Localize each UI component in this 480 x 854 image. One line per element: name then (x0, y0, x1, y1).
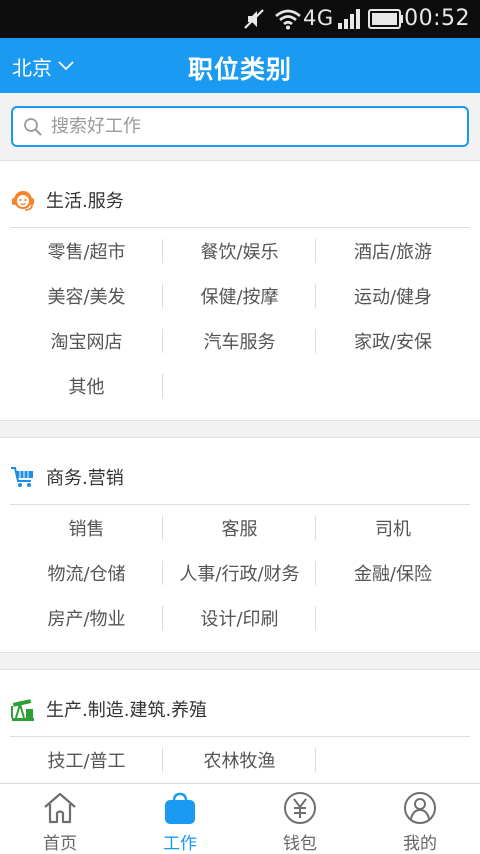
category-section-manufacturing: 生产.制造.建筑.养殖 技工/普工 农林牧渔 (0, 669, 480, 799)
search-icon (24, 117, 42, 136)
category-item-label: 餐饮/娱乐 (200, 241, 279, 263)
briefcase-icon (165, 792, 195, 824)
category-item[interactable]: 餐饮/娱乐 (163, 228, 316, 273)
customer-service-icon (12, 191, 34, 211)
category-item-label: 客服 (221, 518, 258, 540)
category-item[interactable]: 美容/美发 (10, 273, 163, 318)
category-item[interactable]: 客服 (163, 505, 316, 550)
search-box[interactable] (11, 106, 469, 147)
category-item-label: 美容/美发 (47, 286, 126, 308)
status-bar: 4G 00:52 (0, 0, 480, 38)
clock: 00:52 (404, 6, 470, 31)
category-item[interactable]: 金融/保险 (316, 550, 470, 595)
category-section-life-services: 生活.服务 零售/超市 餐饮/娱乐 酒店/旅游 美容/美发 保健/按摩 运动/健… (0, 160, 480, 421)
oil-pump-icon (11, 699, 34, 721)
section-title: 生产.制造.建筑.养殖 (46, 700, 208, 721)
category-item[interactable]: 运动/健身 (316, 273, 470, 318)
category-item[interactable]: 保健/按摩 (163, 273, 316, 318)
category-item[interactable]: 其他 (10, 363, 163, 408)
section-header: 生产.制造.建筑.养殖 (10, 694, 207, 724)
category-item[interactable]: 销售 (10, 505, 163, 550)
category-item[interactable]: 家政/安保 (316, 318, 470, 363)
tab-home[interactable]: 首页 (0, 784, 120, 854)
category-item-label: 其他 (68, 376, 105, 398)
category-item-label: 酒店/旅游 (353, 241, 433, 263)
page-title: 职位类别 (187, 55, 292, 84)
category-item[interactable]: 酒店/旅游 (316, 228, 470, 273)
category-item-label: 农林牧渔 (203, 750, 276, 772)
bottom-tab-bar: 首页 工作 钱包 我的 (0, 783, 480, 854)
category-item-label: 销售 (68, 518, 105, 540)
mute-icon (244, 9, 264, 29)
section-title: 生活.服务 (46, 191, 124, 212)
wallet-yuan-icon (284, 792, 316, 824)
category-item-label: 家政/安保 (353, 331, 433, 353)
battery-icon (368, 9, 403, 29)
category-item-label: 技工/普工 (47, 750, 126, 772)
category-item-label: 人事/行政/财务 (179, 563, 300, 585)
wifi-icon (275, 9, 301, 30)
section-header: 商务.营销 (10, 462, 124, 492)
tab-label: 我的 (403, 834, 437, 854)
category-item[interactable]: 房产/物业 (10, 595, 163, 640)
tab-label: 工作 (163, 834, 197, 854)
header-bar: 北京 职位类别 (0, 38, 480, 93)
category-item[interactable]: 技工/普工 (10, 737, 163, 782)
category-item[interactable]: 汽车服务 (163, 318, 316, 363)
category-grid: 零售/超市 餐饮/娱乐 酒店/旅游 美容/美发 保健/按摩 运动/健身 淘宝网店… (10, 228, 470, 408)
tab-work[interactable]: 工作 (120, 784, 240, 854)
tab-label: 钱包 (283, 834, 317, 854)
category-item[interactable]: 零售/超市 (10, 228, 163, 273)
home-icon (44, 792, 76, 824)
category-item[interactable]: 设计/印刷 (163, 595, 316, 640)
signal-icon (338, 9, 360, 29)
category-item[interactable]: 物流/仓储 (10, 550, 163, 595)
category-section-business-marketing: 商务.营销 销售 客服 司机 物流/仓储 人事/行政/财务 金融/保险 房产/物… (0, 437, 480, 653)
category-item-label: 淘宝网店 (50, 331, 123, 353)
category-grid: 技工/普工 农林牧渔 (10, 737, 470, 782)
category-item[interactable]: 司机 (316, 505, 470, 550)
tab-me[interactable]: 我的 (360, 784, 480, 854)
category-item-label: 房产/物业 (47, 608, 126, 630)
category-item-label: 金融/保险 (353, 563, 433, 585)
search-input[interactable] (51, 116, 451, 137)
shopping-cart-icon (11, 467, 33, 487)
network-type-label: 4G (303, 6, 334, 30)
tab-label: 首页 (43, 834, 77, 854)
category-item[interactable]: 人事/行政/财务 (163, 550, 316, 595)
user-icon (404, 792, 436, 824)
category-item-label: 零售/超市 (47, 241, 126, 263)
category-item[interactable]: 农林牧渔 (163, 737, 316, 782)
category-item-label: 设计/印刷 (200, 608, 279, 630)
category-item-label: 运动/健身 (353, 286, 433, 308)
category-item[interactable]: 淘宝网店 (10, 318, 163, 363)
search-area (0, 93, 480, 160)
section-header: 生活.服务 (10, 185, 124, 215)
category-item-label: 保健/按摩 (200, 286, 279, 308)
category-item-label: 司机 (375, 518, 411, 540)
category-item-label: 物流/仓储 (47, 563, 126, 585)
category-grid: 销售 客服 司机 物流/仓储 人事/行政/财务 金融/保险 房产/物业 设计/印… (10, 505, 470, 640)
tab-wallet[interactable]: 钱包 (240, 784, 360, 854)
section-title: 商务.营销 (46, 468, 124, 489)
category-item-label: 汽车服务 (203, 331, 276, 353)
